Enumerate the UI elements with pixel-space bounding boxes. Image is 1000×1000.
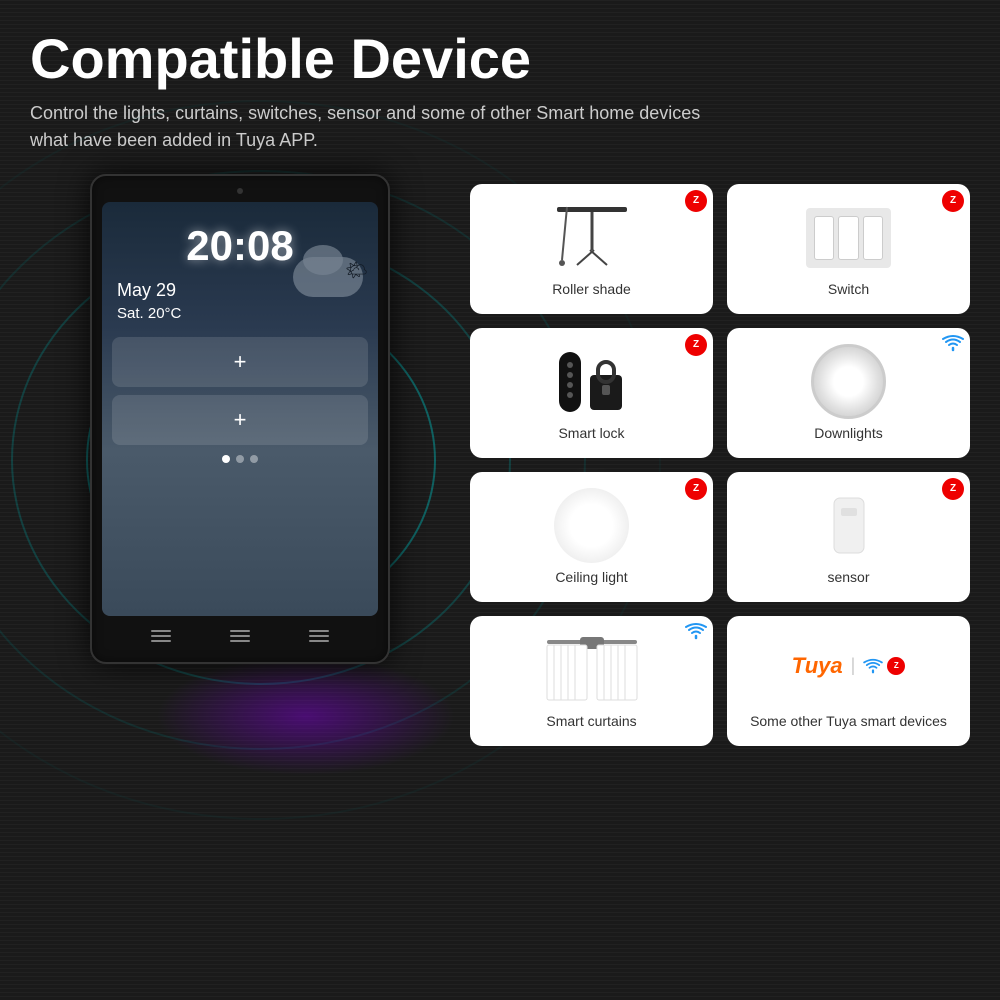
content-area: 🌤 20:08 May 29 Sat. 20°C + + [0, 164, 1000, 756]
switch-label: Switch [828, 281, 869, 297]
screen-widgets: + + [112, 337, 368, 445]
sensor-svg [829, 493, 869, 558]
zigbee-badge-ceiling: Z [685, 478, 707, 500]
curtains-label: Smart curtains [546, 713, 636, 729]
device-camera [237, 188, 243, 194]
wifi-badge-downlights [942, 334, 964, 357]
downlight-icon [811, 344, 886, 419]
page-container: Compatible Device Control the lights, cu… [0, 0, 1000, 1000]
sensor-label: sensor [827, 569, 869, 585]
device-card-ceiling-light[interactable]: Z Ceiling light [470, 472, 713, 602]
switch-btn-3 [863, 216, 883, 260]
switch-btn-2 [838, 216, 858, 260]
purple-glow [156, 656, 456, 776]
roller-shade-svg [552, 205, 632, 270]
wifi-badge-curtains [685, 622, 707, 645]
device-btn-2[interactable] [230, 630, 250, 642]
switch-icon [806, 208, 891, 268]
wifi-icon-downlights [942, 334, 964, 352]
smart-lock-svg [554, 347, 629, 417]
widget-btn-1[interactable]: + [112, 337, 368, 387]
curtain-icon-area [542, 632, 642, 707]
tuya-icon-area: Tuya | Z [792, 631, 906, 706]
curtain-svg [542, 635, 642, 705]
device-btn-3[interactable] [309, 630, 329, 642]
device-btn-1[interactable] [151, 630, 171, 642]
roller-shade-label: Roller shade [552, 281, 631, 297]
smart-lock-label: Smart lock [558, 425, 624, 441]
device-card-switch[interactable]: Z Switch [727, 184, 970, 314]
zigbee-badge-sensor: Z [942, 478, 964, 500]
switch-btn-1 [814, 216, 834, 260]
widget-btn-2[interactable]: + [112, 395, 368, 445]
device-section: 🌤 20:08 May 29 Sat. 20°C + + [30, 174, 450, 746]
device-card-roller-shade[interactable]: Z Roller shade [470, 184, 713, 314]
tuya-label: Some other Tuya smart devices [750, 712, 947, 730]
devices-grid: Z Roller shade Z [470, 174, 970, 746]
dot-1 [222, 455, 230, 463]
dot-2 [236, 455, 244, 463]
device-card-sensor[interactable]: Z sensor [727, 472, 970, 602]
downlights-label: Downlights [814, 425, 882, 441]
tuya-divider: | [851, 655, 856, 676]
device-card-downlights[interactable]: Downlights [727, 328, 970, 458]
tuya-logo-area: Tuya | Z [792, 653, 906, 679]
downlight-icon-area [811, 344, 886, 419]
page-subtitle: Control the lights, curtains, switches, … [30, 100, 730, 154]
device-screen: 🌤 20:08 May 29 Sat. 20°C + + [102, 202, 378, 616]
sensor-icon-area [829, 488, 869, 563]
lock-icon-area [554, 344, 629, 419]
page-title: Compatible Device [30, 28, 970, 90]
switch-icon-area [806, 200, 891, 275]
device-frame: 🌤 20:08 May 29 Sat. 20°C + + [90, 174, 390, 664]
tuya-icons: Z [863, 657, 905, 675]
tuya-logo-text: Tuya [792, 653, 843, 679]
ceiling-light-icon [554, 488, 629, 563]
device-card-smart-curtains[interactable]: Smart curtains [470, 616, 713, 746]
ceiling-light-icon-area [554, 488, 629, 563]
zigbee-badge-switch: Z [942, 190, 964, 212]
screen-dots [102, 455, 378, 463]
tuya-zigbee-icon: Z [887, 657, 905, 675]
device-buttons [102, 616, 378, 642]
zigbee-badge-roller-shade: Z [685, 190, 707, 212]
weather-visual: 🌤 [293, 257, 363, 297]
ceiling-light-label: Ceiling light [555, 569, 627, 585]
day-temp-text: Sat. 20°C [117, 305, 363, 322]
tuya-wifi-icon [863, 658, 883, 674]
wifi-icon-curtains [685, 622, 707, 640]
device-card-tuya[interactable]: Tuya | Z Some other Tu [727, 616, 970, 746]
dot-3 [250, 455, 258, 463]
zigbee-badge-lock: Z [685, 334, 707, 356]
header: Compatible Device Control the lights, cu… [0, 0, 1000, 164]
device-card-smart-lock[interactable]: Z Smart lock [470, 328, 713, 458]
roller-shade-icon-area [552, 200, 632, 275]
